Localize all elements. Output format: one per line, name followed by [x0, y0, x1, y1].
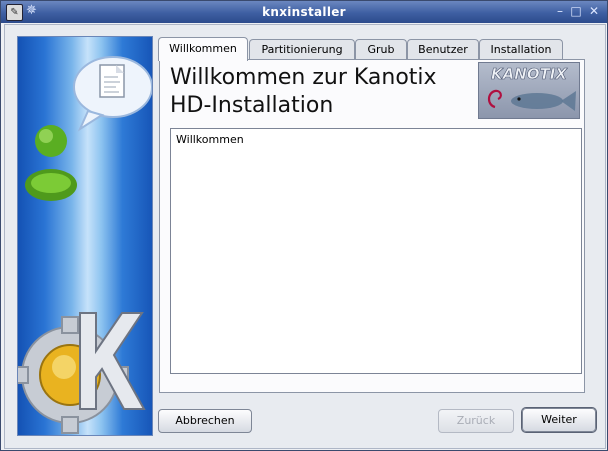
welcome-panel: Willkommen zur Kanotix HD-Installation K… — [159, 59, 585, 393]
kanotix-logo: KANOTIX — [478, 62, 580, 119]
close-icon[interactable]: ✕ — [587, 4, 601, 18]
user-icon — [25, 125, 77, 201]
tab-willkommen[interactable]: Willkommen — [158, 37, 248, 61]
minimize-icon[interactable]: – — [553, 4, 567, 18]
back-button[interactable]: Zurück — [438, 409, 514, 433]
tab-grub[interactable]: Grub — [355, 39, 407, 60]
title-line-1: Willkommen zur Kanotix — [170, 65, 437, 90]
maximize-icon[interactable]: □ — [569, 4, 583, 18]
title-line-2: HD-Installation — [170, 93, 334, 118]
window-title: knxinstaller — [262, 5, 346, 19]
tab-partitionierung[interactable]: Partitionierung — [249, 39, 355, 60]
document-speech-bubble-icon — [73, 56, 152, 132]
dialog-body: Willkommen Partitionierung Grub Benutzer… — [4, 24, 606, 449]
kde-gear-logo-icon — [18, 312, 146, 434]
welcome-body-text: Willkommen — [176, 133, 244, 146]
debian-swirl-icon — [487, 89, 502, 109]
tab-installation[interactable]: Installation — [479, 39, 563, 60]
next-button[interactable]: Weiter — [522, 408, 596, 432]
sidebar-banner — [17, 36, 153, 436]
tab-benutzer[interactable]: Benutzer — [407, 39, 479, 60]
welcome-text-area[interactable]: Willkommen — [170, 128, 582, 374]
fish-icon — [511, 91, 576, 111]
cancel-button[interactable]: Abbrechen — [158, 409, 252, 433]
logo-wordmark: KANOTIX — [491, 65, 568, 83]
page-title: Willkommen zur Kanotix HD-Installation — [170, 64, 437, 120]
installer-window: ✎ ✵ knxinstaller – □ ✕ Willkommen Partit… — [0, 0, 608, 451]
title-bar[interactable]: ✎ ✵ knxinstaller – □ ✕ — [1, 1, 607, 23]
